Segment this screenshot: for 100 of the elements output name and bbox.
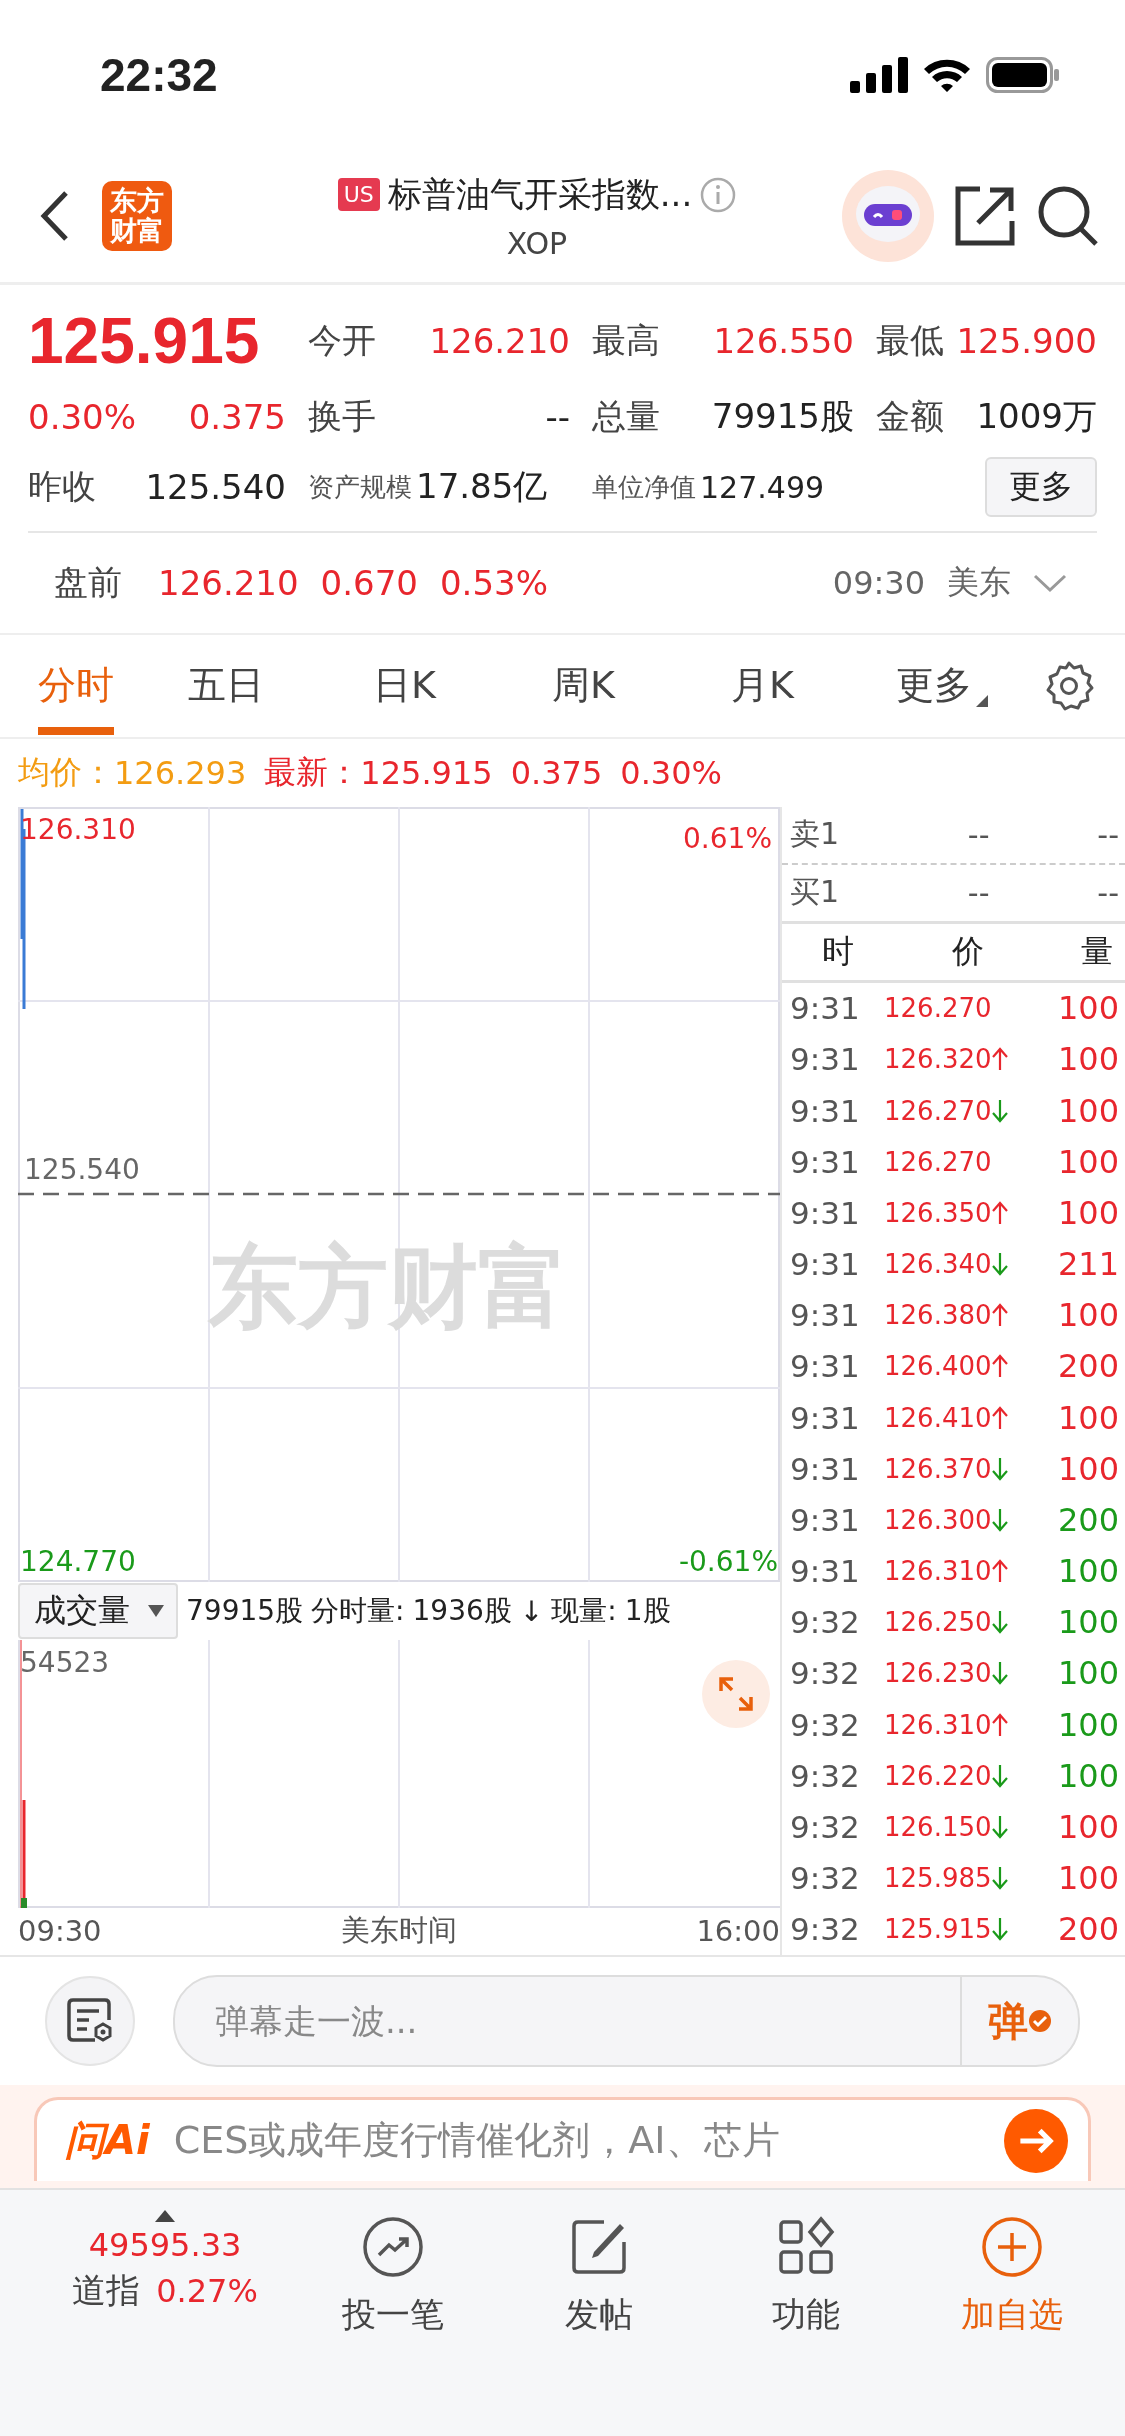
index-name: 道指	[72, 2269, 141, 2312]
order-level: 卖1	[790, 815, 841, 854]
trade-volume: 100	[1056, 1756, 1119, 1795]
axis-label: 16:00	[696, 1914, 780, 1948]
trade-time: 9:31	[790, 1092, 861, 1129]
battery-icon	[986, 57, 1060, 93]
average-price: 126.293	[114, 754, 247, 792]
chart-tab[interactable]: 更多	[874, 637, 1009, 735]
news-banner[interactable]: 问Ai CES或成年度行情催化剂，AI、芯片	[34, 2097, 1091, 2181]
field-label: 金额	[876, 395, 944, 438]
current-volume-label: 现量:	[551, 1593, 617, 1629]
trade-price: 126.320	[884, 1044, 992, 1075]
order-level: 买1	[790, 873, 841, 912]
trade-time: 9:32	[790, 1706, 861, 1743]
field-value: 127.499	[700, 469, 825, 505]
latest-change: 0.375	[510, 754, 603, 792]
field-value: 79915股	[711, 395, 854, 438]
trade-price: 126.150	[884, 1811, 992, 1842]
field-label: 今开	[308, 319, 376, 362]
axis-label: 124.770	[20, 1545, 136, 1578]
field-label: 换手	[308, 395, 376, 438]
trade-time: 9:32	[790, 1604, 861, 1641]
trade-time: 9:31	[790, 1501, 861, 1538]
column-header: 价	[951, 930, 984, 972]
field-value: 125.540	[145, 467, 286, 507]
trade-time: 9:32	[790, 1860, 861, 1897]
trade-volume: 100	[1056, 1807, 1119, 1846]
chart-tab[interactable]: 日K	[337, 637, 472, 735]
stock-code: XOP	[506, 225, 568, 261]
period-volume-label: 分时量:	[311, 1593, 405, 1629]
trade-price: 126.400	[884, 1351, 992, 1382]
field-label: 资产规模	[308, 470, 412, 504]
trade-price: 126.270	[884, 1146, 992, 1177]
search-icon[interactable]	[1036, 184, 1100, 248]
trade-time: 9:31	[790, 1348, 861, 1385]
caret-up-icon	[155, 2210, 175, 2222]
more-button[interactable]: 更多	[985, 457, 1097, 517]
trade-volume: 100	[1056, 989, 1119, 1028]
order-price: --	[966, 875, 990, 911]
axis-label: -0.61%	[678, 1545, 778, 1578]
arrow-right-icon[interactable]	[1004, 2108, 1068, 2173]
total-volume: 79915股	[186, 1593, 304, 1629]
trade-price: 126.310	[884, 1556, 992, 1587]
check-icon	[1028, 2009, 1052, 2033]
trade-time: 9:31	[790, 1450, 861, 1487]
axis-title: 美东时间	[341, 1912, 457, 1949]
latest-price: 125.915	[360, 754, 493, 792]
trade-volume: 100	[1056, 1040, 1119, 1079]
trade-volume: 100	[1056, 1296, 1119, 1335]
app-logo: 东方 财富	[102, 181, 172, 251]
current-volume: 1股	[624, 1593, 671, 1629]
trade-volume: 211	[1056, 1245, 1119, 1284]
market-badge: US	[337, 178, 380, 211]
field-label: 最低	[876, 319, 944, 362]
column-header: 量	[1081, 930, 1113, 972]
signal-icon	[850, 57, 908, 93]
trade-time: 9:31	[790, 1143, 861, 1180]
add-icon	[980, 2216, 1043, 2278]
indicator-dropdown[interactable]: 成交量	[18, 1583, 178, 1639]
chart-tab[interactable]: 周K	[516, 637, 651, 735]
trade-volume: 100	[1056, 1449, 1119, 1488]
share-icon[interactable]	[954, 185, 1016, 247]
field-label: 总量	[592, 395, 660, 438]
robot-avatar-icon[interactable]	[842, 170, 934, 262]
premarket-change: 0.670	[320, 563, 418, 603]
premarket-percent: 0.53%	[439, 563, 548, 603]
trade-volume: 100	[1056, 1193, 1119, 1232]
order-price: --	[966, 817, 990, 853]
trade-price: 126.370	[884, 1453, 992, 1484]
column-header: 时	[822, 930, 854, 972]
trade-price: 126.310	[884, 1709, 992, 1740]
toolbar-button[interactable]: 发帖	[496, 2216, 703, 2338]
axis-label: 0.61%	[682, 821, 773, 858]
trade-price: 126.270	[884, 1095, 992, 1126]
chart-tab[interactable]: 五日	[158, 637, 293, 735]
volume-arrow: ↓	[519, 1594, 544, 1628]
trade-price: 126.300	[884, 1504, 992, 1535]
trade-volume: 100	[1056, 1859, 1119, 1898]
trade-time: 9:31	[790, 1399, 861, 1436]
field-value: --	[545, 397, 570, 437]
toolbar-button[interactable]: 投一笔	[290, 2216, 497, 2338]
toolbar-button[interactable]: 功能	[702, 2216, 909, 2338]
order-volume: --	[1096, 875, 1119, 911]
trade-price: 125.985	[884, 1863, 992, 1894]
field-label: 单位净值	[592, 470, 696, 504]
trade-time: 9:32	[790, 1655, 861, 1692]
trade-volume: 200	[1056, 1347, 1119, 1386]
field-label: 最高	[592, 319, 660, 362]
current-price: 125.915	[28, 305, 261, 377]
trade-volume: 100	[1056, 1091, 1119, 1130]
field-value: 125.900	[956, 321, 1097, 361]
chart-tab[interactable]: 月K	[695, 637, 830, 735]
chevron-down-icon[interactable]	[1033, 573, 1067, 593]
trade-price: 126.340	[884, 1249, 992, 1280]
trend-icon	[362, 2216, 425, 2278]
trade-volume: 100	[1056, 1552, 1119, 1591]
index-percent: 0.27%	[156, 2272, 258, 2310]
trade-price: 126.350	[884, 1197, 992, 1228]
back-icon[interactable]	[40, 189, 70, 243]
status-time: 22:32	[100, 48, 218, 102]
